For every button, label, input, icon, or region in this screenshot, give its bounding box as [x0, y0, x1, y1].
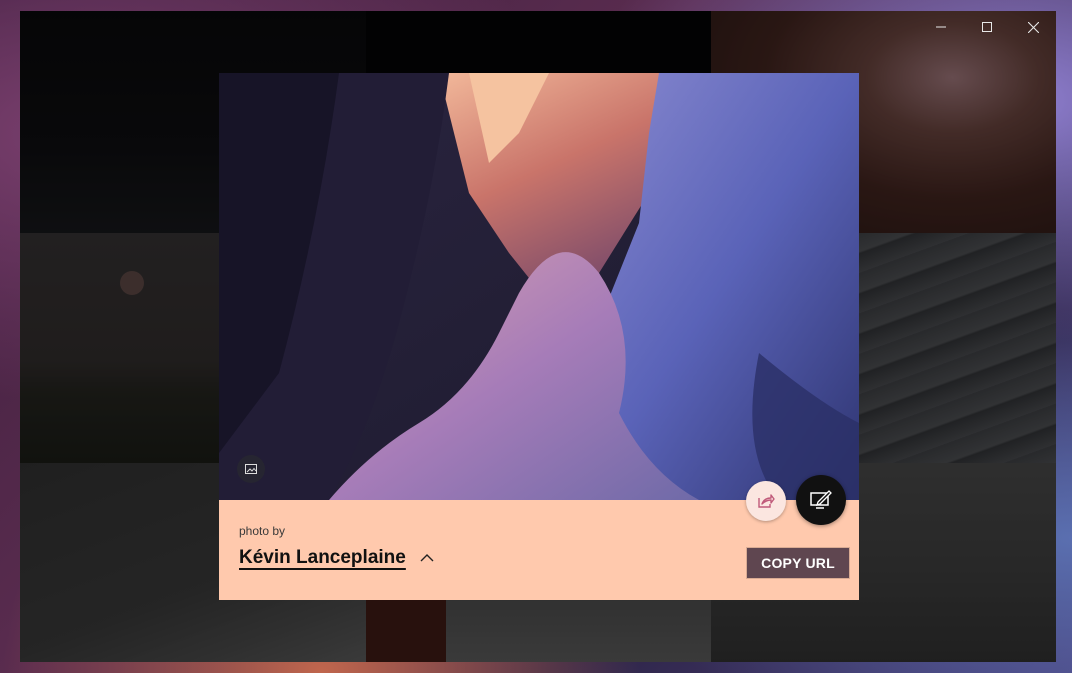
image-icon — [245, 464, 257, 474]
close-button[interactable] — [1010, 11, 1056, 43]
copy-url-button[interactable]: COPY URL — [747, 548, 849, 578]
chevron-up-icon — [420, 554, 434, 562]
photo-detail-dialog: photo by Kévin Lanceplaine COPY URL — [219, 73, 859, 600]
share-icon — [758, 494, 775, 508]
photo-info-badge[interactable] — [237, 455, 265, 483]
canyon-photo-image — [219, 73, 859, 500]
maximize-button[interactable] — [964, 11, 1010, 43]
featured-photo — [219, 73, 859, 500]
minimize-button[interactable] — [918, 11, 964, 43]
author-row: Kévin Lanceplaine — [239, 547, 434, 569]
app-window: photo by Kévin Lanceplaine COPY URL — [20, 11, 1056, 662]
title-bar-controls — [918, 11, 1056, 43]
expand-toggle[interactable] — [420, 554, 434, 562]
close-icon — [1027, 21, 1039, 33]
maximize-icon — [982, 22, 992, 32]
set-wallpaper-icon — [810, 490, 832, 509]
photo-by-label: photo by — [239, 524, 286, 538]
share-button[interactable] — [746, 481, 786, 521]
set-as-wallpaper-button[interactable] — [796, 475, 846, 525]
minimize-icon — [936, 26, 946, 28]
author-name-link[interactable]: Kévin Lanceplaine — [239, 547, 406, 569]
